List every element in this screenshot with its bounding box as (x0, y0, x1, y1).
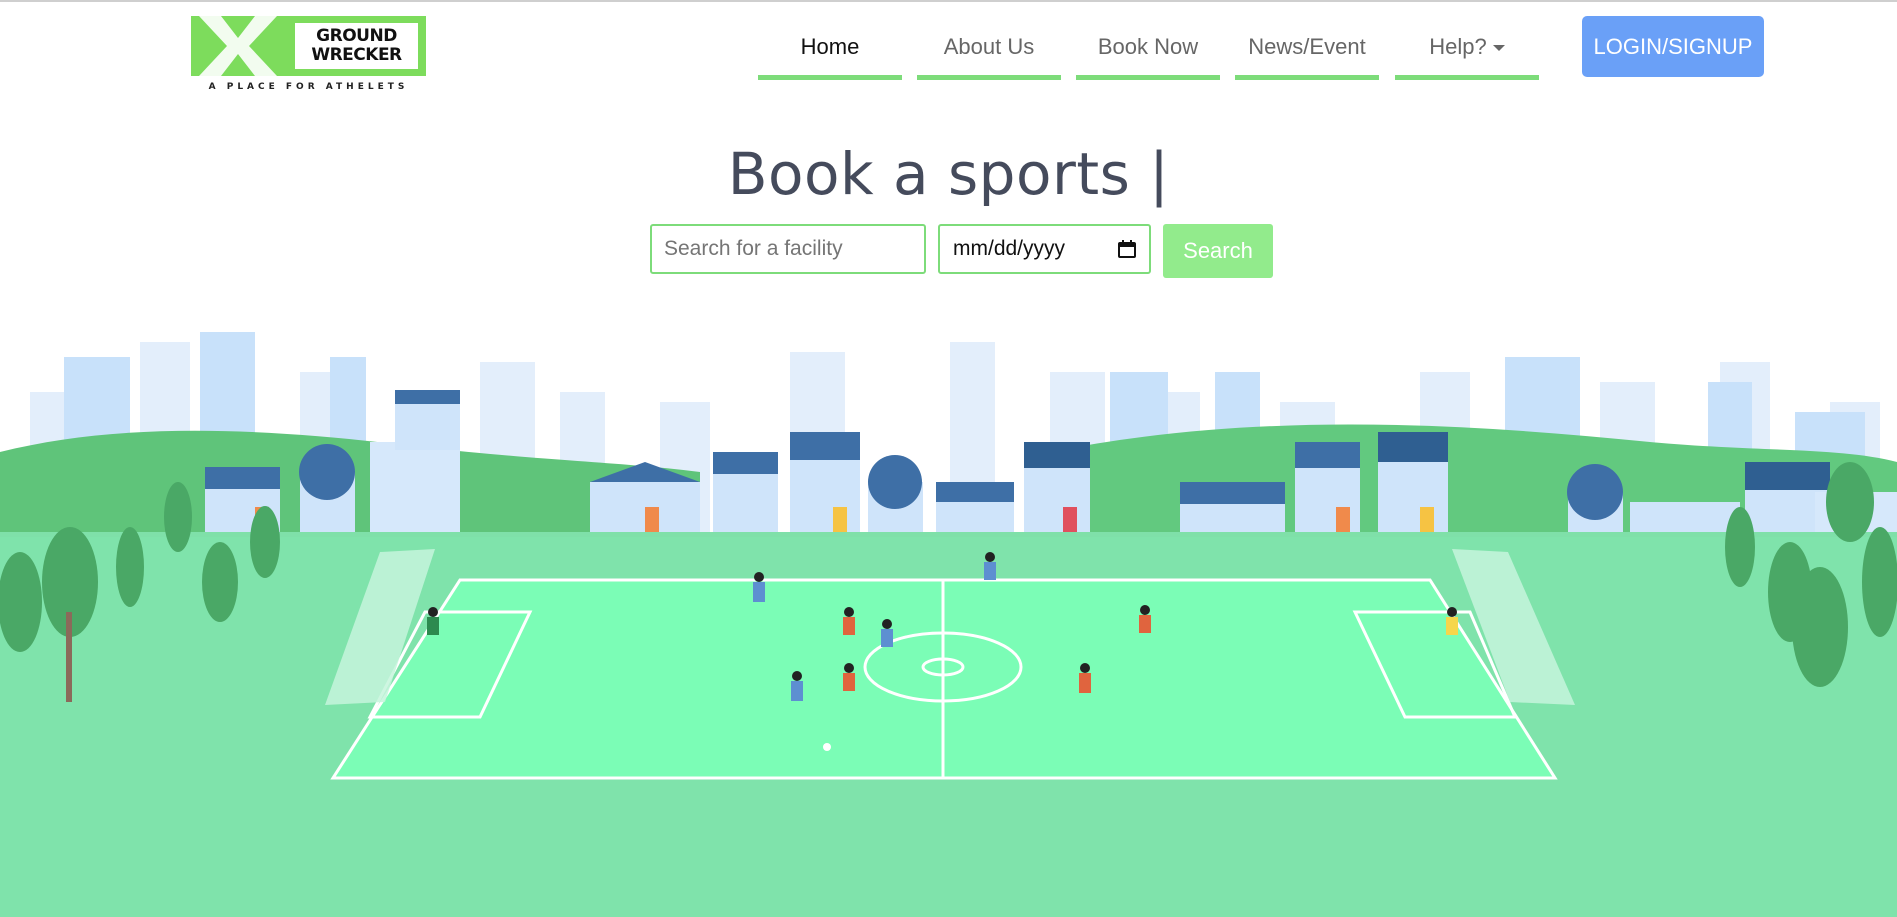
facility-search-input[interactable] (650, 224, 926, 274)
hero-headline: Book a sports | (727, 140, 1170, 208)
dropdown-caret-icon (1492, 45, 1505, 52)
date-input[interactable]: mm/dd/yyyy (938, 224, 1151, 274)
logo-line-1: GROUND (316, 26, 397, 46)
date-placeholder: mm/dd/yyyy (953, 237, 1066, 260)
brand-logo[interactable]: GROUND WRECKER A PLACE FOR ATHELETS (191, 16, 426, 92)
nav-home[interactable]: Home (758, 34, 902, 80)
logo-line-2: WRECKER (311, 45, 402, 65)
nav-home-label: Home (800, 34, 860, 59)
nav-help-dropdown[interactable]: Help? (1395, 34, 1539, 80)
logo-x-icon (199, 16, 277, 76)
nav-help-label: Help? (1429, 34, 1487, 59)
nav-about-us-label: About Us (943, 34, 1035, 59)
nav-about-us[interactable]: About Us (917, 34, 1061, 80)
logo-tagline: A PLACE FOR ATHELETS (208, 82, 409, 92)
login-signup-button[interactable]: LOGIN/SIGNUP (1582, 16, 1764, 77)
soccer-field-illustration (0, 332, 1897, 917)
nav-news-event[interactable]: News/Event (1235, 34, 1379, 80)
nav-news-event-label: News/Event (1248, 34, 1366, 59)
nav-book-now-label: Book Now (1097, 34, 1199, 59)
logo-wordmark: GROUND WRECKER (295, 23, 418, 69)
calendar-icon[interactable] (1117, 239, 1137, 259)
search-button[interactable]: Search (1163, 224, 1273, 278)
nav-book-now[interactable]: Book Now (1076, 34, 1220, 80)
